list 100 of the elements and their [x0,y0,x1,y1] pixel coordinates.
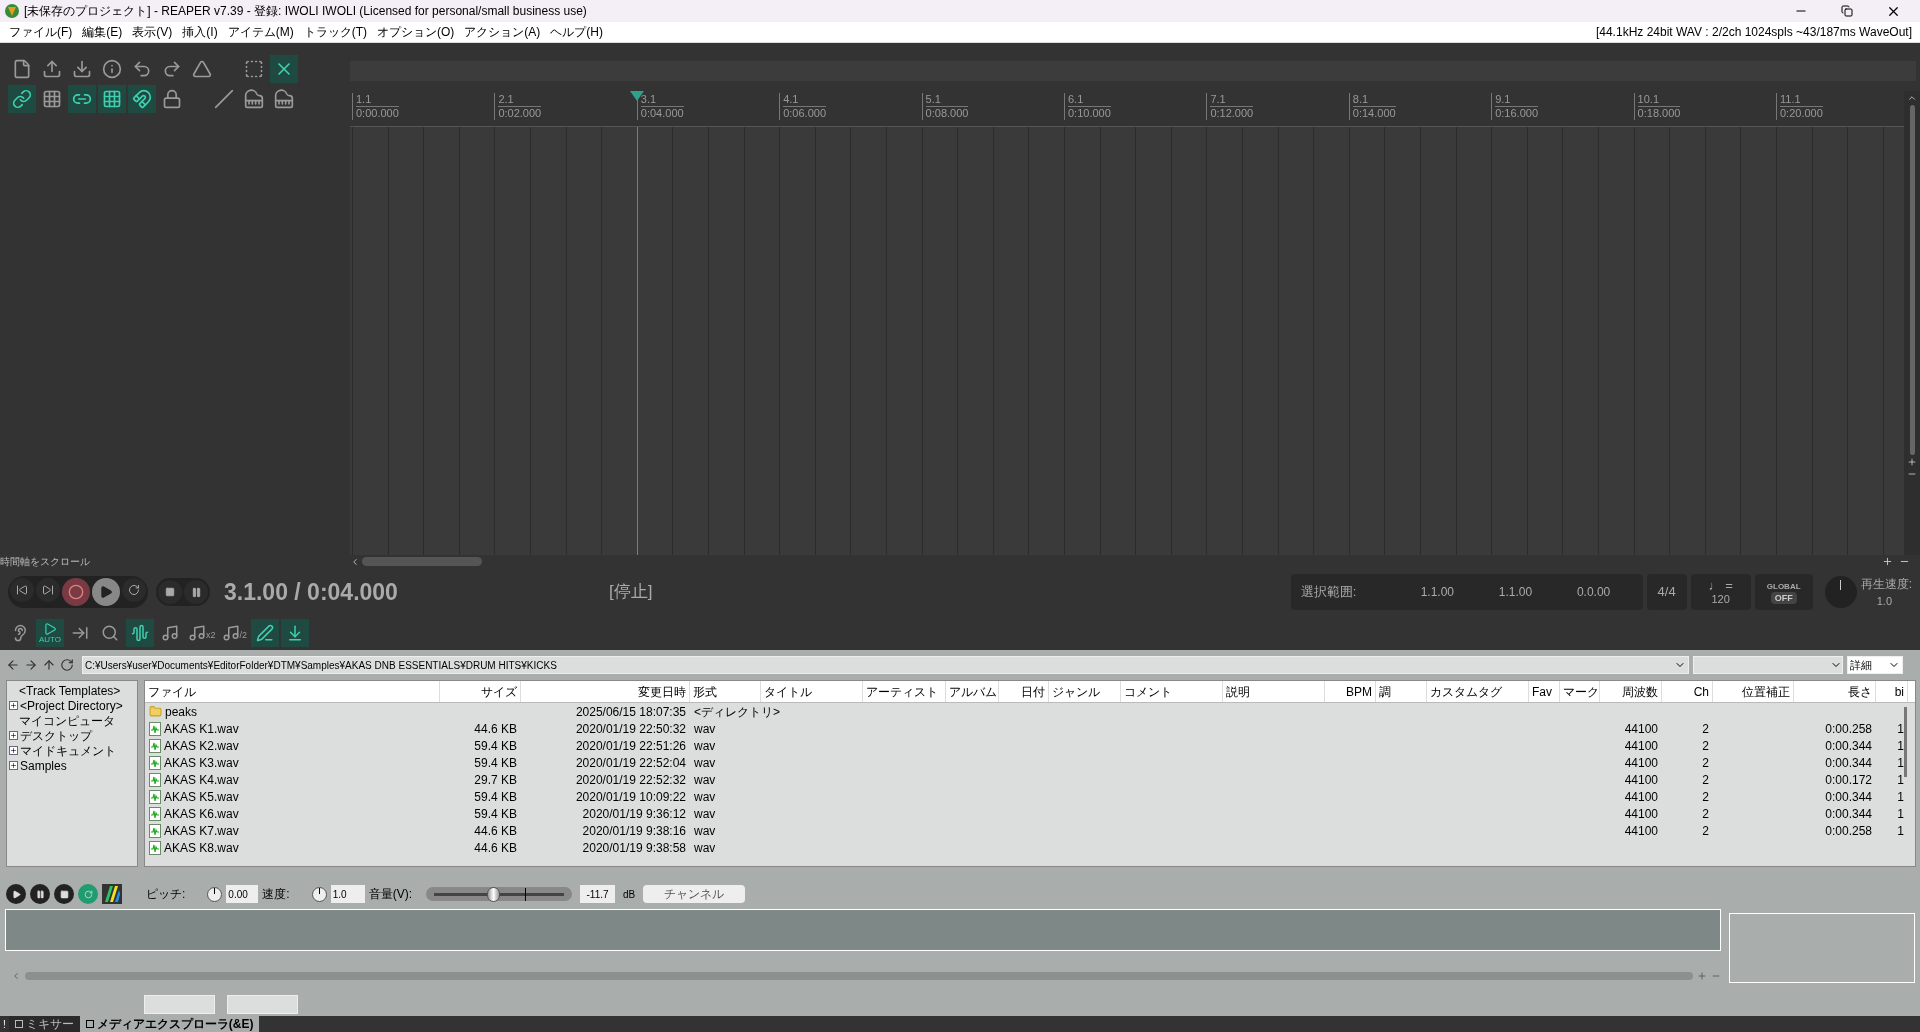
column-header[interactable]: 形式 [690,681,761,702]
tab-close-icon[interactable] [85,1020,94,1028]
column-header[interactable]: BPM [1325,681,1376,702]
zoom-in-icon[interactable] [1907,457,1917,467]
table-cell[interactable]: AKAS K4.wav [164,772,239,787]
view-dropdown[interactable]: 詳細 [1847,656,1903,674]
column-header[interactable]: ジャンル [1049,681,1121,702]
column-header[interactable]: 長さ [1794,681,1876,702]
scroll-up-icon[interactable] [1907,93,1917,103]
table-cell[interactable]: peaks [165,704,198,719]
tree-item[interactable]: <Project Directory> [20,698,123,713]
magnet-button[interactable] [128,85,156,113]
expand-toggle[interactable] [9,746,18,755]
menu-item[interactable]: 表示(V) [127,23,178,41]
search-field[interactable] [1693,656,1843,674]
column-header[interactable]: マーク [1560,681,1600,702]
expand-toggle[interactable] [9,731,18,740]
column-header[interactable]: Fav [1529,681,1560,702]
waveform-button[interactable] [126,619,154,647]
column-header[interactable]: 日付 [999,681,1049,702]
forward-icon[interactable] [24,658,38,672]
menu-item[interactable]: オプション(O) [372,23,460,41]
link-button[interactable] [8,85,36,113]
timeline-ruler[interactable]: 1.1 0:00.000 2.1 0:02.000 3.1 0:04.000 4.1 0:06.000 5.1 0:08.000 6.1 0:10.000 7.1 0:12.000 8.1 0:14.000 9.1 0:16.000 10.1 0:18.000 11.1 0:20.000 [350,91,1904,127]
up-folder-icon[interactable] [42,658,56,672]
pitch-knob[interactable] [207,886,223,902]
note-button[interactable]: /2 [219,619,250,647]
column-header[interactable]: タイトル [761,681,863,702]
snap-grid-button[interactable] [98,85,126,113]
table-cell[interactable]: AKAS K5.wav [164,789,239,804]
insert-button[interactable] [281,619,310,647]
stop-button[interactable] [158,580,182,604]
repeat-button[interactable] [122,578,146,602]
column-header[interactable]: アーティスト [863,681,946,702]
tree-item[interactable]: マイドキュメント [20,743,116,758]
color-stripes-icon[interactable] [102,884,122,904]
automation-panel[interactable]: GLOBAL OFF [1754,574,1813,610]
dock-tab[interactable]: メディアエクスプローラ(&E) [79,1016,260,1032]
column-header[interactable]: 調 [1376,681,1427,702]
selection-value[interactable]: 0.0.00 [1554,583,1633,601]
pause-button[interactable] [184,580,208,604]
volume-slider[interactable] [426,887,573,901]
tab-close-icon[interactable] [14,1020,23,1028]
dock-tab[interactable]: ミキサー [8,1016,80,1032]
list-scrollbar[interactable] [1904,707,1907,777]
pause-button[interactable] [30,884,50,904]
column-header[interactable]: コメント [1121,681,1223,702]
table-cell[interactable]: AKAS K2.wav [164,738,239,753]
menu-item[interactable]: アイテム(M) [222,23,299,41]
time-signature[interactable]: 4/4 [1646,574,1687,610]
menu-item[interactable]: 編集(E) [77,23,128,41]
group-link-button[interactable] [68,85,96,113]
menu-item[interactable]: アクション(A) [459,23,546,41]
menu-item[interactable]: トラック(T) [298,23,372,41]
table-cell[interactable]: AKAS K8.wav [164,840,239,855]
menu-item[interactable]: 挿入(I) [177,23,223,41]
selection-value[interactable]: 1.1.00 [1398,583,1477,601]
column-header[interactable]: サイズ [440,681,521,702]
scroll-left-icon[interactable] [350,556,360,567]
zoom-in-icon[interactable] [1882,556,1893,567]
column-header[interactable]: 位置補正 [1713,681,1794,702]
horizontal-scrollbar[interactable] [362,557,482,566]
table-cell[interactable]: AKAS K1.wav [164,721,239,736]
column-header[interactable]: bi [1876,681,1908,702]
pencil-button[interactable] [251,619,280,647]
tree-item[interactable]: Samples [20,758,67,773]
pitch-field[interactable]: 0.00 [226,885,259,903]
column-header[interactable]: 説明 [1223,681,1325,702]
volume-reading[interactable]: -11.7 [580,885,616,903]
column-header[interactable]: カスタムタグ [1427,681,1529,702]
preview-scrollbar[interactable] [25,972,1693,980]
column-header[interactable]: Ch [1662,681,1713,702]
column-header[interactable]: 変更日時 [521,681,690,702]
expand-toggle[interactable] [9,701,18,710]
rate-field[interactable]: 1.0 [330,885,365,903]
back-icon[interactable] [6,658,20,672]
stop-button[interactable] [54,884,74,904]
play-button[interactable] [6,884,26,904]
tree-item[interactable]: <Track Templates> [19,683,121,698]
tree-item[interactable]: デスクトップ [20,728,92,743]
expand-toggle[interactable] [9,761,18,770]
volume-thumb[interactable] [486,886,500,902]
skip-back-button[interactable] [10,578,34,602]
column-header[interactable]: ファイル [145,681,440,702]
column-header[interactable]: 周波数 [1600,681,1662,702]
note-button[interactable]: x2 [186,619,218,647]
waveform-preview[interactable] [5,909,1721,951]
menu-item[interactable]: ファイル(F) [4,23,78,41]
rate-knob[interactable] [311,886,327,902]
table-cell[interactable]: AKAS K7.wav [164,823,239,838]
path-field[interactable]: C:¥Users¥user¥Documents¥EditorFolder¥DTM¥Samples¥AKAS DNB ESSENTIALS¥DRUM HITS¥KICKS [82,656,1689,674]
tree-item[interactable]: マイコンピュータ [19,713,115,728]
refresh-icon[interactable] [60,658,74,672]
column-header[interactable]: アルバム [946,681,999,702]
skip-forward-button[interactable] [36,578,60,602]
channel-button[interactable]: チャンネル [643,885,746,903]
record-button[interactable] [62,578,90,606]
table-cell[interactable]: AKAS K6.wav [164,806,239,821]
menu-item[interactable]: ヘルプ(H) [545,23,608,41]
table-cell[interactable]: AKAS K3.wav [164,755,239,770]
